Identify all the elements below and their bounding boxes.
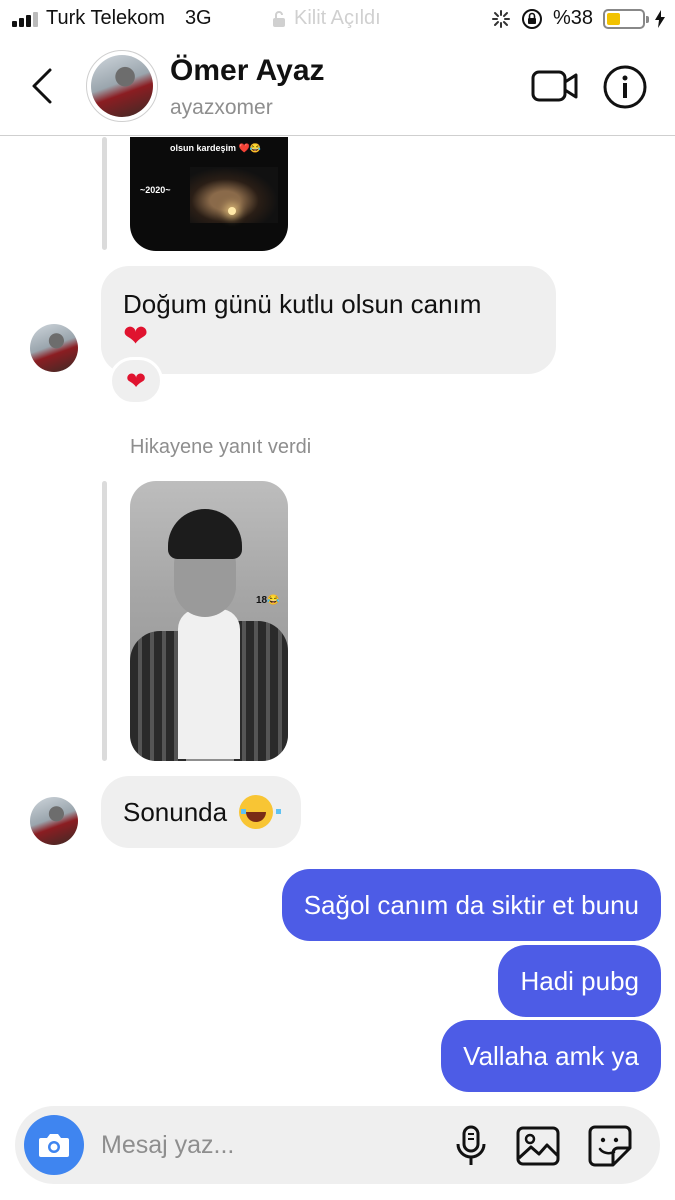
- outgoing-message[interactable]: Sağol canım da siktir et bunu: [281, 869, 661, 941]
- lock-status: Kilit Açıldı: [272, 7, 381, 30]
- chat-header: Ömer Ayaz ayazxomer: [0, 38, 675, 136]
- voice-message-button[interactable]: [451, 1124, 491, 1168]
- incoming-message[interactable]: Sonunda: [101, 776, 302, 848]
- signal-icon: [12, 11, 38, 27]
- status-bar: Turk Telekom 3G Kilit Açıldı %38: [0, 0, 675, 38]
- microphone-icon: [456, 1125, 486, 1165]
- story-photo: [190, 167, 278, 223]
- story-caption: olsun kardeşim ❤️😂: [170, 143, 261, 153]
- info-button[interactable]: [602, 64, 648, 110]
- sticker-icon: [588, 1125, 632, 1167]
- story-reply-label: Hikayene yanıt verdi: [130, 436, 312, 458]
- battery-percent: %38: [552, 7, 593, 29]
- gallery-button[interactable]: [515, 1125, 561, 1167]
- sender-avatar[interactable]: [30, 324, 78, 372]
- back-button[interactable]: [22, 64, 62, 108]
- contact-avatar[interactable]: [86, 50, 158, 122]
- network-type: 3G: [184, 7, 212, 29]
- heart-reaction[interactable]: ❤: [109, 357, 163, 405]
- message-composer: [15, 1106, 660, 1184]
- reply-indicator-line: [102, 481, 107, 761]
- sparkler: [228, 207, 236, 215]
- camera-button[interactable]: [24, 1115, 84, 1175]
- jacket-right: [234, 621, 288, 761]
- charging-icon: [655, 9, 665, 28]
- message-text: Doğum günü kutlu olsun canım: [123, 289, 482, 319]
- story-preview[interactable]: olsun kardeşim ❤️😂 ~2020~: [130, 137, 288, 251]
- battery-icon: [603, 8, 649, 29]
- heart-emoji: ❤: [123, 320, 149, 353]
- laughing-emoji-icon: [239, 795, 282, 829]
- sticker-button[interactable]: [587, 1124, 633, 1168]
- story-tag: 18😂: [256, 595, 280, 606]
- info-icon: [603, 65, 647, 109]
- story-year: ~2020~: [140, 185, 171, 195]
- reply-indicator-line: [102, 137, 107, 250]
- incoming-message[interactable]: Doğum günü kutlu olsun canım ❤: [101, 266, 556, 374]
- outgoing-message[interactable]: Vallaha amk ya: [441, 1020, 661, 1092]
- message-input[interactable]: [101, 1128, 421, 1162]
- camera-icon: [39, 1134, 69, 1157]
- chevron-left-icon: [32, 68, 52, 104]
- lock-status-text: Kilit Açıldı: [294, 7, 381, 29]
- carrier-name: Turk Telekom: [46, 7, 165, 29]
- sender-avatar[interactable]: [30, 797, 78, 845]
- video-call-button[interactable]: [530, 66, 580, 106]
- turtleneck: [178, 609, 240, 759]
- hair: [168, 509, 242, 559]
- gallery-icon: [516, 1126, 560, 1166]
- activity-spinner-icon: [491, 9, 510, 28]
- message-text: Sonunda: [123, 796, 228, 827]
- unlock-icon: [273, 10, 285, 27]
- orientation-lock-icon: [521, 8, 542, 29]
- contact-username[interactable]: ayazxomer: [170, 96, 273, 120]
- video-camera-icon: [531, 70, 578, 102]
- contact-name[interactable]: Ömer Ayaz: [170, 54, 325, 88]
- story-preview[interactable]: 18😂: [130, 481, 288, 761]
- outgoing-message[interactable]: Hadi pubg: [498, 945, 661, 1017]
